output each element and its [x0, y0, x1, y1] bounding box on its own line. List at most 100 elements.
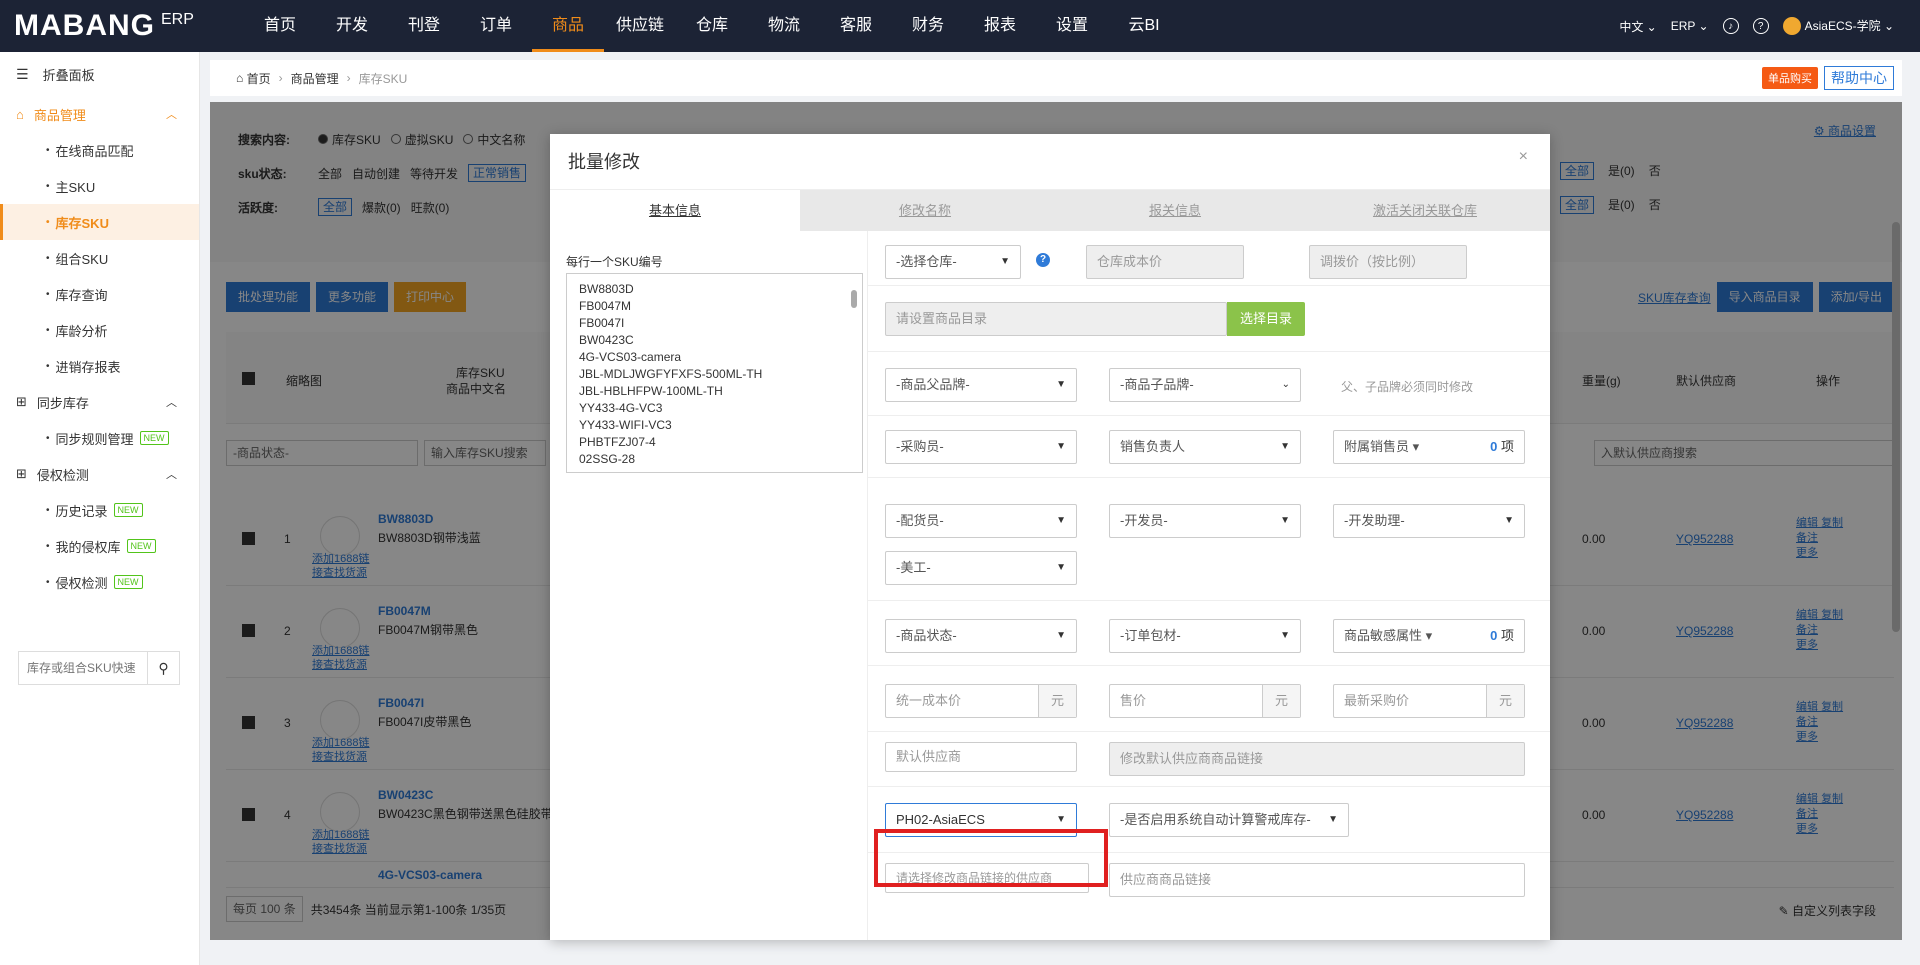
- sidebar-item-my-library[interactable]: 我的侵权库 NEW: [0, 528, 199, 564]
- nav-supply-chain[interactable]: 供应链: [604, 0, 676, 52]
- package-material-select[interactable]: -订单包材- ▼: [1109, 619, 1301, 653]
- nav-home[interactable]: 首页: [244, 0, 316, 52]
- auto-warn-stock-select[interactable]: -是否启用系统自动计算警戒库存- ▼: [1109, 803, 1349, 837]
- allocator-select[interactable]: -配货员- ▼: [885, 504, 1077, 538]
- sku-line: JBL-HBLHFPW-100ML-TH: [579, 384, 723, 398]
- unified-cost-input[interactable]: 统一成本价 元: [885, 684, 1077, 718]
- sidebar-item-history[interactable]: 历史记录 NEW: [0, 492, 199, 528]
- sku-line: YY433-4G-VC3: [579, 401, 663, 415]
- nav-products[interactable]: 商品: [532, 0, 604, 52]
- select-catalog-button[interactable]: 选择目录: [1227, 302, 1305, 336]
- buy-button[interactable]: 单品购买: [1762, 67, 1818, 89]
- count-value: 0: [1490, 439, 1498, 454]
- brand-erp: ERP: [161, 11, 194, 28]
- catalog-input[interactable]: 请设置商品目录: [885, 302, 1227, 336]
- sku-list-textarea[interactable]: BW8803D FB0047M FB0047I BW0423C 4G-VCS03…: [566, 273, 863, 473]
- sku-line: BW0423C: [579, 333, 634, 347]
- nav-logistics[interactable]: 物流: [748, 0, 820, 52]
- sidebar-group-product-mgmt[interactable]: ⌂ 商品管理 ︿: [0, 96, 199, 132]
- collapse-panel[interactable]: ☰ 折叠面板: [0, 52, 199, 96]
- sale-price-input[interactable]: 售价 元: [1109, 684, 1301, 718]
- erp-menu[interactable]: ERP ⌄: [1671, 19, 1709, 33]
- chevron-up-icon: ︿: [166, 397, 177, 409]
- breadcrumb-section[interactable]: 商品管理: [291, 70, 339, 87]
- tab-edit-name[interactable]: 修改名称: [800, 190, 1050, 231]
- supplier-row: 默认供应商 修改默认供应商商品链接: [868, 732, 1550, 787]
- caret-down-icon: ▾: [1425, 628, 1433, 643]
- user-name: AsiaECS-学院: [1804, 18, 1881, 33]
- breadcrumb-home[interactable]: 首页: [247, 70, 271, 87]
- breadcrumb-current: 库存SKU: [358, 71, 408, 86]
- nav-listing[interactable]: 刊登: [388, 0, 460, 52]
- parent-brand-select[interactable]: -商品父品牌- ▼: [885, 368, 1077, 402]
- sales-owner-select[interactable]: 销售负责人 ▼: [1109, 430, 1301, 464]
- sub-sales-select[interactable]: 附属销售员 ▾ 0 项: [1333, 430, 1525, 464]
- user-menu[interactable]: AsiaECS-学院 ⌄: [1782, 17, 1894, 36]
- developer-select[interactable]: -开发员- ▼: [1109, 504, 1301, 538]
- sidebar-item-stock-age[interactable]: 库龄分析: [0, 312, 199, 348]
- sidebar-item-infringe-check[interactable]: 侵权检测 NEW: [0, 564, 199, 600]
- child-brand-select[interactable]: -商品子品牌- ⌄: [1109, 368, 1301, 402]
- sidebar-item-combo-sku[interactable]: 组合SKU: [0, 240, 199, 276]
- item-label: 同步规则管理: [55, 431, 134, 447]
- tab-basic-info[interactable]: 基本信息: [550, 190, 800, 231]
- sidebar-group-sync-stock[interactable]: ⊞ 同步库存 ︿: [0, 384, 199, 420]
- warehouse-select[interactable]: -选择仓库- ▼: [885, 245, 1021, 279]
- buyer-select[interactable]: -采购员- ▼: [885, 430, 1077, 464]
- sku-line: 4G-VCS03-camera: [579, 350, 682, 364]
- supplier-product-link-input[interactable]: 供应商商品链接: [1109, 863, 1525, 897]
- sku-quick-search-input[interactable]: [19, 652, 147, 684]
- mabang-logo[interactable]: MABANG ERP: [14, 9, 244, 43]
- textarea-scrollbar[interactable]: [849, 276, 861, 472]
- sku-line: YY433-WIFI-VC3: [579, 418, 672, 432]
- nav-service[interactable]: 客服: [820, 0, 892, 52]
- top-right-tools: 中文 ⌄ ERP ⌄ ♪ ? AsiaECS-学院 ⌄: [1619, 0, 1894, 52]
- help-icon[interactable]: ?: [1752, 18, 1769, 34]
- bell-icon[interactable]: ♪: [1722, 18, 1739, 34]
- nav-develop[interactable]: 开发: [316, 0, 388, 52]
- nav-settings[interactable]: 设置: [1036, 0, 1108, 52]
- tab-customs-info[interactable]: 报关信息: [1050, 190, 1300, 231]
- transfer-price-input[interactable]: 调拨价（按比例）: [1309, 245, 1467, 279]
- sidebar-item-main-sku[interactable]: 主SKU: [0, 168, 199, 204]
- select-value: -选择仓库-: [896, 254, 957, 269]
- help-center-button[interactable]: 帮助中心: [1824, 66, 1894, 90]
- nav-orders[interactable]: 订单: [460, 0, 532, 52]
- caret-down-icon: ▼: [1280, 441, 1290, 452]
- sidebar-item-stock-sku[interactable]: 库存SKU: [0, 204, 199, 240]
- sku-line: BW8803D: [579, 282, 634, 296]
- warehouse-cost-input[interactable]: 仓库成本价: [1086, 245, 1244, 279]
- dev-assistant-select[interactable]: -开发助理- ▼: [1333, 504, 1525, 538]
- caret-down-icon: ▼: [1056, 379, 1066, 390]
- selected-count: 0 项: [1490, 431, 1514, 463]
- language-menu[interactable]: 中文 ⌄: [1619, 18, 1656, 35]
- erp-menu-label: ERP: [1670, 19, 1696, 33]
- sidebar-search: ⚲: [18, 651, 180, 685]
- sidebar-item-stock-query[interactable]: 库存查询: [0, 276, 199, 312]
- caret-down-icon: ▼: [1056, 630, 1066, 641]
- question-icon[interactable]: ?: [1036, 253, 1050, 267]
- product-status-select[interactable]: -商品状态- ▼: [885, 619, 1077, 653]
- nav-finance[interactable]: 财务: [892, 0, 964, 52]
- home-icon: ⌂: [236, 71, 247, 85]
- sidebar-item-inout-report[interactable]: 进销存报表: [0, 348, 199, 384]
- nav-cloud-bi[interactable]: 云BI: [1108, 0, 1180, 52]
- default-supplier-input[interactable]: 默认供应商: [885, 742, 1077, 772]
- nav-warehouse[interactable]: 仓库: [676, 0, 748, 52]
- nav-reports[interactable]: 报表: [964, 0, 1036, 52]
- artist-select[interactable]: -美工- ▼: [885, 551, 1077, 585]
- item-label: 侵权检测: [55, 575, 108, 591]
- search-icon[interactable]: ⚲: [147, 652, 179, 684]
- box-icon: ⌂: [16, 106, 24, 122]
- sidebar-group-infringement[interactable]: ⊞ 侵权检测 ︿: [0, 456, 199, 492]
- latest-purchase-input[interactable]: 最新采购价 元: [1333, 684, 1525, 718]
- close-icon[interactable]: ×: [1519, 148, 1528, 166]
- scroll-thumb[interactable]: [851, 290, 857, 308]
- supplier-link-input[interactable]: 修改默认供应商商品链接: [1109, 742, 1525, 776]
- warehouse-row: -选择仓库- ▼ ? 仓库成本价 调拨价（按比例）: [868, 231, 1550, 286]
- sensitive-attr-select[interactable]: 商品敏感属性 ▾ 0 项: [1333, 619, 1525, 653]
- tab-warehouse-link[interactable]: 激活关闭关联仓库: [1300, 190, 1550, 231]
- sidebar-item-online-match[interactable]: 在线商品匹配: [0, 132, 199, 168]
- select-value: -商品父品牌-: [896, 377, 970, 392]
- sidebar-item-sync-rules[interactable]: 同步规则管理 NEW: [0, 420, 199, 456]
